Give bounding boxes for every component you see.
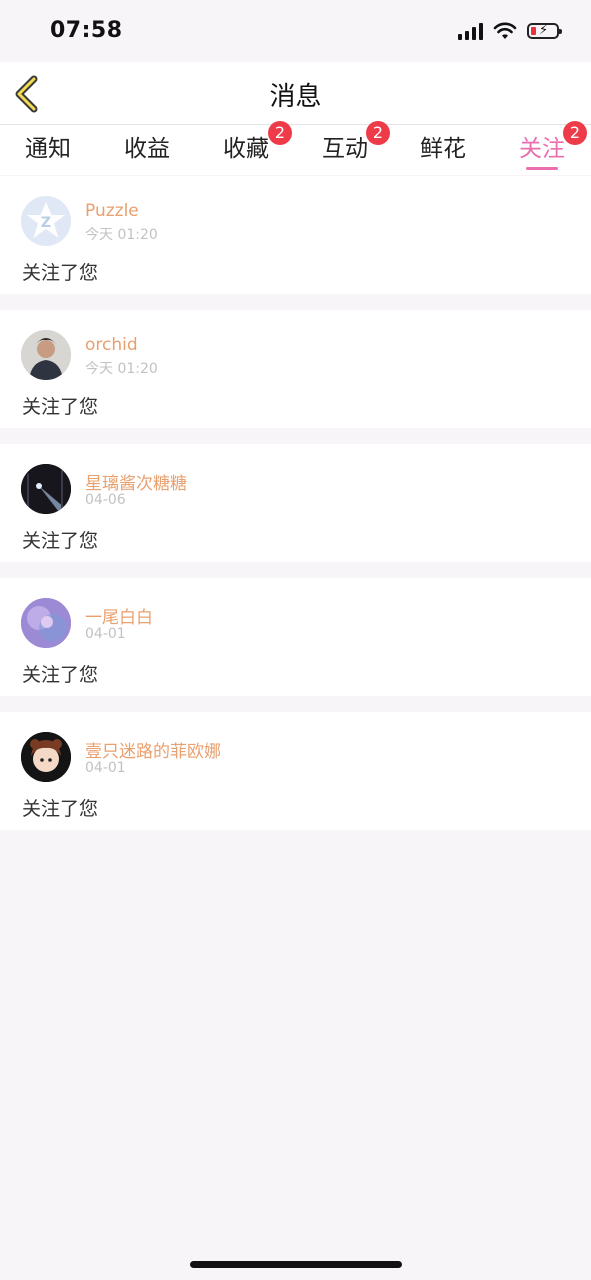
timestamp: 04-01 bbox=[85, 760, 126, 776]
timestamp: 今天 01:20 bbox=[85, 227, 158, 243]
tab-flowers[interactable]: 鲜花 bbox=[403, 129, 483, 171]
cellular-signal-icon bbox=[458, 22, 483, 40]
tab-bar: 通知 收益 收藏 2 互动 2 鲜花 关注 2 bbox=[0, 121, 591, 175]
message-text: 关注了您 bbox=[22, 664, 99, 686]
avatar[interactable]: Z bbox=[21, 196, 71, 246]
status-time: 07:58 bbox=[50, 18, 123, 43]
status-bar: 07:58 ⚡ bbox=[0, 0, 591, 62]
tab-label: 收益 bbox=[124, 136, 170, 162]
timestamp: 今天 01:20 bbox=[85, 361, 158, 377]
status-icons: ⚡ bbox=[458, 22, 562, 40]
tab-notifications[interactable]: 通知 bbox=[8, 129, 88, 171]
avatar[interactable] bbox=[21, 330, 71, 380]
tab-label: 通知 bbox=[25, 136, 71, 162]
nav-header: 消息 bbox=[0, 62, 591, 125]
page-title: 消息 bbox=[269, 82, 322, 112]
message-text: 关注了您 bbox=[22, 262, 99, 284]
tab-label: 收藏 bbox=[223, 136, 269, 162]
message-text: 关注了您 bbox=[22, 798, 99, 820]
battery-icon: ⚡ bbox=[527, 23, 562, 39]
tab-earnings[interactable]: 收益 bbox=[107, 129, 187, 171]
username[interactable]: orchid bbox=[85, 335, 138, 355]
tab-label: 关注 bbox=[519, 136, 565, 162]
unread-badge: 2 bbox=[563, 121, 587, 145]
username[interactable]: 壹只迷路的菲欧娜 bbox=[85, 737, 221, 762]
timestamp: 04-06 bbox=[85, 492, 126, 508]
unread-badge: 2 bbox=[366, 121, 390, 145]
list-item[interactable]: 一尾白白 04-01 关注了您 bbox=[0, 578, 591, 696]
avatar[interactable] bbox=[21, 732, 71, 782]
wifi-icon bbox=[493, 22, 517, 39]
svg-text:Z: Z bbox=[41, 215, 51, 231]
username[interactable]: 星璃酱次糖糖 bbox=[85, 469, 187, 494]
message-text: 关注了您 bbox=[22, 530, 99, 552]
tab-following[interactable]: 关注 2 bbox=[502, 121, 587, 171]
tab-label: 鲜花 bbox=[420, 136, 466, 162]
avatar[interactable] bbox=[21, 598, 71, 648]
active-tab-indicator bbox=[526, 167, 558, 170]
list-item[interactable]: 星璃酱次糖糖 04-06 关注了您 bbox=[0, 444, 591, 562]
message-text: 关注了您 bbox=[22, 396, 99, 418]
username[interactable]: Puzzle bbox=[85, 201, 139, 221]
list-item[interactable]: orchid 今天 01:20 关注了您 bbox=[0, 310, 591, 428]
unread-badge: 2 bbox=[268, 121, 292, 145]
timestamp: 04-01 bbox=[85, 626, 126, 642]
tab-interactions[interactable]: 互动 2 bbox=[305, 121, 390, 171]
username[interactable]: 一尾白白 bbox=[85, 603, 153, 628]
tab-favorites[interactable]: 收藏 2 bbox=[206, 121, 292, 171]
list-item[interactable]: Z Puzzle 今天 01:20 关注了您 bbox=[0, 176, 591, 294]
follow-notification-list: Z Puzzle 今天 01:20 关注了您 orchid 今天 01:20 关… bbox=[0, 176, 591, 846]
list-item[interactable]: 壹只迷路的菲欧娜 04-01 关注了您 bbox=[0, 712, 591, 830]
avatar[interactable] bbox=[21, 464, 71, 514]
tab-label: 互动 bbox=[322, 136, 368, 162]
home-indicator[interactable] bbox=[190, 1261, 402, 1268]
